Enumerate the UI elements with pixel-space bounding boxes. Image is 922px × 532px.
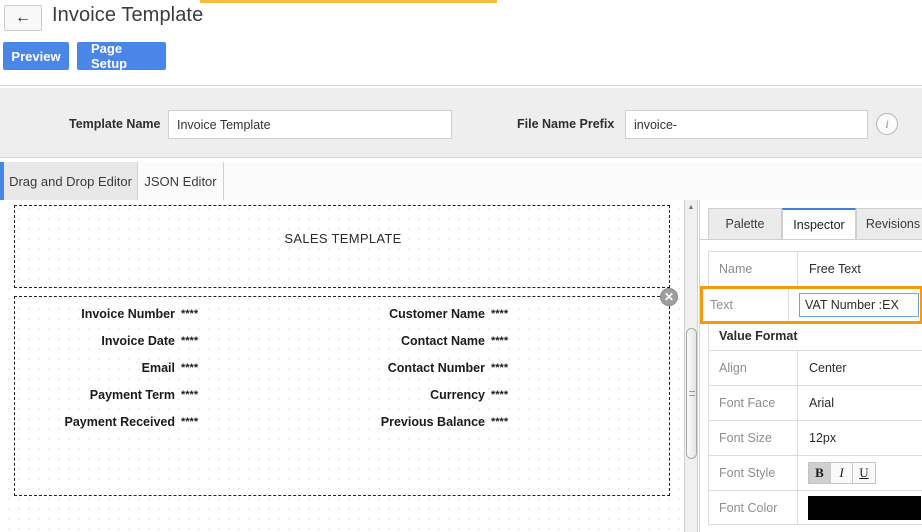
tab-drag-and-drop-editor[interactable]: Drag and Drop Editor [0,162,138,200]
template-canvas[interactable]: SALES TEMPLATE ✕ Invoice Number **** Inv… [0,200,684,532]
page-title: Invoice Template [52,4,204,26]
bold-button[interactable]: B [809,463,831,483]
editor-tab-bar: Drag and Drop Editor JSON Editor [0,162,922,200]
property-row-name: Name Free Text [708,251,922,286]
editor-tab-filler [224,162,922,200]
scrollbar-thumb-grip [689,391,695,396]
field-value: **** [181,308,199,320]
property-row-align: Align Center [708,350,922,385]
inspector-panel: Palette Inspector Revisions Name Free Te… [699,200,922,532]
file-name-prefix-input[interactable] [625,110,868,139]
property-key: Font Style [709,456,798,490]
field-row[interactable]: Currency **** [325,388,508,406]
page-setup-button[interactable]: Page Setup [77,41,166,71]
field-value: **** [491,362,509,374]
inspector-tab-underline [700,239,922,240]
field-row[interactable]: Previous Balance **** [325,415,508,433]
sales-template-title: SALES TEMPLATE [284,231,402,246]
page-header: ← Invoice Template [0,0,922,40]
property-value[interactable]: Center [798,351,922,385]
field-value: **** [491,308,509,320]
property-value[interactable]: 12px [798,421,922,455]
property-section-value-format: Value Format [708,321,922,350]
field-row[interactable]: Invoice Number **** [15,307,198,325]
field-label: Customer Name [389,307,485,321]
property-value: Free Text [809,262,861,276]
field-value: **** [181,389,199,401]
canvas-scrollbar[interactable]: ▲ [684,200,698,532]
property-key: Align [709,351,798,385]
field-label: Contact Name [400,334,485,348]
field-row[interactable]: Customer Name **** [325,307,508,325]
property-key: Font Size [709,421,798,455]
field-value: **** [491,335,509,347]
text-property-input[interactable] [799,293,919,317]
field-label: Contact Number [387,361,485,375]
property-key: Name [709,252,798,286]
template-name-label: Template Name [69,117,161,131]
canvas-section-fields[interactable]: ✕ Invoice Number **** Invoice Date **** … [14,288,678,496]
info-icon[interactable]: i [876,113,898,135]
property-key: Font Color [709,491,798,524]
field-value: **** [181,362,199,374]
property-row-font-face: Font Face Arial [708,385,922,420]
field-value: **** [491,389,509,401]
scrollbar-thumb[interactable] [686,328,697,459]
field-label: Payment Term [89,388,175,402]
tab-json-editor[interactable]: JSON Editor [138,162,224,200]
property-row-font-color: Font Color [708,490,922,525]
file-name-prefix-label: File Name Prefix [517,117,615,131]
tab-revisions[interactable]: Revisions [856,208,922,240]
tab-palette[interactable]: Palette [708,208,782,240]
property-row-font-size: Font Size 12px [708,420,922,455]
field-label: Invoice Number [81,307,175,321]
field-row[interactable]: Invoice Date **** [15,334,198,352]
field-label: Email [141,361,175,375]
field-value: **** [491,416,509,428]
field-label: Payment Received [64,415,175,429]
property-row-text: Text [700,286,922,324]
inspector-tab-bar: Palette Inspector Revisions [700,208,922,240]
field-row[interactable]: Contact Number **** [325,361,508,379]
back-button[interactable]: ← [4,5,42,31]
back-arrow-icon: ← [15,9,31,26]
scroll-up-arrow-icon[interactable]: ▲ [685,200,697,214]
delete-section-button[interactable]: ✕ [660,288,678,306]
font-style-button-group: B I U [808,462,876,484]
italic-button[interactable]: I [831,463,853,483]
field-label: Previous Balance [380,415,485,429]
tab-inspector[interactable]: Inspector [782,208,856,240]
field-row[interactable]: Email **** [15,361,198,379]
underline-button[interactable]: U [853,463,875,483]
font-color-swatch[interactable] [808,495,921,520]
preview-button[interactable]: Preview [3,42,69,70]
header-divider [0,85,922,86]
field-label: Currency [430,388,485,402]
property-key: Text [703,289,789,321]
field-value: **** [181,335,199,347]
property-value [798,491,922,524]
canvas-section-header[interactable]: SALES TEMPLATE [14,205,670,288]
field-row[interactable]: Contact Name **** [325,334,508,352]
property-value[interactable]: Arial [798,386,922,420]
template-name-input[interactable] [168,110,452,139]
property-row-font-style: Font Style B I U [708,455,922,490]
field-row[interactable]: Payment Term **** [15,388,198,406]
property-value: B I U [798,456,922,490]
field-label: Invoice Date [101,334,175,348]
field-value: **** [181,416,199,428]
property-key: Font Face [709,386,798,420]
field-row[interactable]: Payment Received **** [15,415,199,433]
